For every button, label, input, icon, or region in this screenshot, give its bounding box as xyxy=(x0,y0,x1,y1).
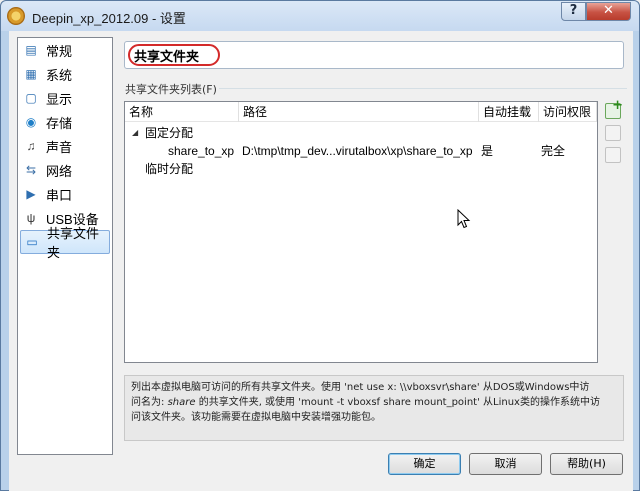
sidebar-item-1[interactable]: ▦ 系统 xyxy=(20,62,110,86)
sidebar-item-6[interactable]: ▶ 串口 xyxy=(20,182,110,206)
client-area: ▤ 常规 ▦ 系统 ▢ 显示 ◉ 存储 ♫ 声音 ⇆ 网络 ▶ 串口 ψ USB设备 ▭ 共享文件夹 共享文件夹 … xyxy=(9,31,633,491)
sidebar-item-label: 常规 xyxy=(46,43,73,59)
info-line: 问名为: share 的共享文件夹, 或使用 'mount -t vboxsf … xyxy=(131,395,617,410)
system-icon: ▦ xyxy=(25,67,37,81)
sidebar-item-4[interactable]: ♫ 声音 xyxy=(20,134,110,158)
sidebar-item-label: 系统 xyxy=(46,67,73,83)
info-text: 的共享文件夹, 或使用 'mount -t vboxsf share mount… xyxy=(198,397,600,408)
window-title: Deepin_xp_2012.09 - 设置 xyxy=(32,11,186,26)
group-label: 固定分配 xyxy=(145,126,194,140)
gear-icon xyxy=(7,7,25,25)
group-row-fixed[interactable]: ◢ 固定分配 xyxy=(125,124,597,142)
shared-folders-list[interactable]: 名称 路径 自动挂载 访问权限 ◢ 固定分配 share_to_xp D:\tm… xyxy=(124,101,598,363)
share-access: 完全 xyxy=(541,144,566,158)
shared-folder-icon: ▭ xyxy=(26,235,38,249)
remove-share-icon[interactable] xyxy=(605,147,621,163)
sidebar-item-8[interactable]: ▭ 共享文件夹 xyxy=(20,226,110,260)
network-icon: ⇆ xyxy=(25,163,37,177)
page-title-label: 共享文件夹 xyxy=(134,49,200,64)
column-header-name[interactable]: 名称 xyxy=(125,102,239,122)
list-header: 名称 路径 自动挂载 访问权限 xyxy=(125,102,597,122)
add-share-icon[interactable] xyxy=(605,98,623,119)
help-button[interactable]: 帮助(H) xyxy=(550,453,623,475)
info-line: 列出本虚拟电脑可访问的所有共享文件夹。使用 'net use x: \\vbox… xyxy=(131,382,590,393)
share-name: share_to_xp xyxy=(168,144,235,158)
general-icon: ▤ xyxy=(25,43,37,57)
sidebar-item-label: 串口 xyxy=(46,187,73,203)
sidebar-item-5[interactable]: ⇆ 网络 xyxy=(20,158,110,182)
group-label: 临时分配 xyxy=(145,162,194,176)
info-emphasis: share xyxy=(167,397,196,408)
info-text: 问名为: xyxy=(131,397,165,408)
serial-port-icon: ▶ xyxy=(26,187,36,201)
cancel-button[interactable]: 取消 xyxy=(469,453,542,475)
sound-icon: ♫ xyxy=(26,139,36,153)
sidebar-item-label: 显示 xyxy=(46,91,73,107)
settings-sidebar: ▤ 常规 ▦ 系统 ▢ 显示 ◉ 存储 ♫ 声音 ⇆ 网络 ▶ 串口 ψ USB设备 ▭ 共享文件夹 xyxy=(17,37,113,455)
expand-triangle-icon[interactable]: ◢ xyxy=(132,124,138,142)
column-header-path[interactable]: 路径 xyxy=(239,102,479,122)
sidebar-item-0[interactable]: ▤ 常规 xyxy=(20,38,110,62)
list-caption: 共享文件夹列表(F) xyxy=(125,83,217,96)
share-automount: 是 xyxy=(481,144,494,158)
close-button[interactable]: ✕ xyxy=(586,2,631,21)
settings-window: Deepin_xp_2012.09 - 设置 ? ✕ ▤ 常规 ▦ 系统 ▢ 显示 ◉ 存储 ♫… xyxy=(0,0,640,491)
mouse-cursor-icon xyxy=(457,209,471,229)
storage-icon: ◉ xyxy=(25,115,37,129)
column-header-access[interactable]: 访问权限 xyxy=(539,102,597,122)
column-header-automount[interactable]: 自动挂载 xyxy=(479,102,539,122)
sidebar-item-label: 网络 xyxy=(46,163,73,179)
sidebar-item-label: 声音 xyxy=(46,139,73,155)
help-titlebar-button[interactable]: ? xyxy=(561,2,586,21)
group-row-transient[interactable]: 临时分配 xyxy=(125,160,597,178)
display-icon: ▢ xyxy=(25,91,37,105)
info-description: 列出本虚拟电脑可访问的所有共享文件夹。使用 'net use x: \\vbox… xyxy=(124,375,624,441)
table-row[interactable]: share_to_xp D:\tmp\tmp_dev...virutalbox\… xyxy=(125,142,597,160)
page-title: 共享文件夹 xyxy=(124,41,624,69)
title-bar[interactable]: Deepin_xp_2012.09 - 设置 ? ✕ xyxy=(1,1,639,31)
caption-divider xyxy=(219,88,627,89)
info-line: 问该文件夹。该功能需要在虚拟电脑中安装增强功能包。 xyxy=(131,412,381,423)
ok-button[interactable]: 确定 xyxy=(388,453,461,475)
usb-icon: ψ xyxy=(26,211,36,225)
share-path: D:\tmp\tmp_dev...virutalbox\xp\share_to_… xyxy=(242,144,473,158)
sidebar-item-label: 存储 xyxy=(46,115,73,131)
edit-share-icon[interactable] xyxy=(605,125,621,141)
sidebar-item-3[interactable]: ◉ 存储 xyxy=(20,110,110,134)
sidebar-item-2[interactable]: ▢ 显示 xyxy=(20,86,110,110)
sidebar-item-label: 共享文件夹 xyxy=(47,226,100,260)
